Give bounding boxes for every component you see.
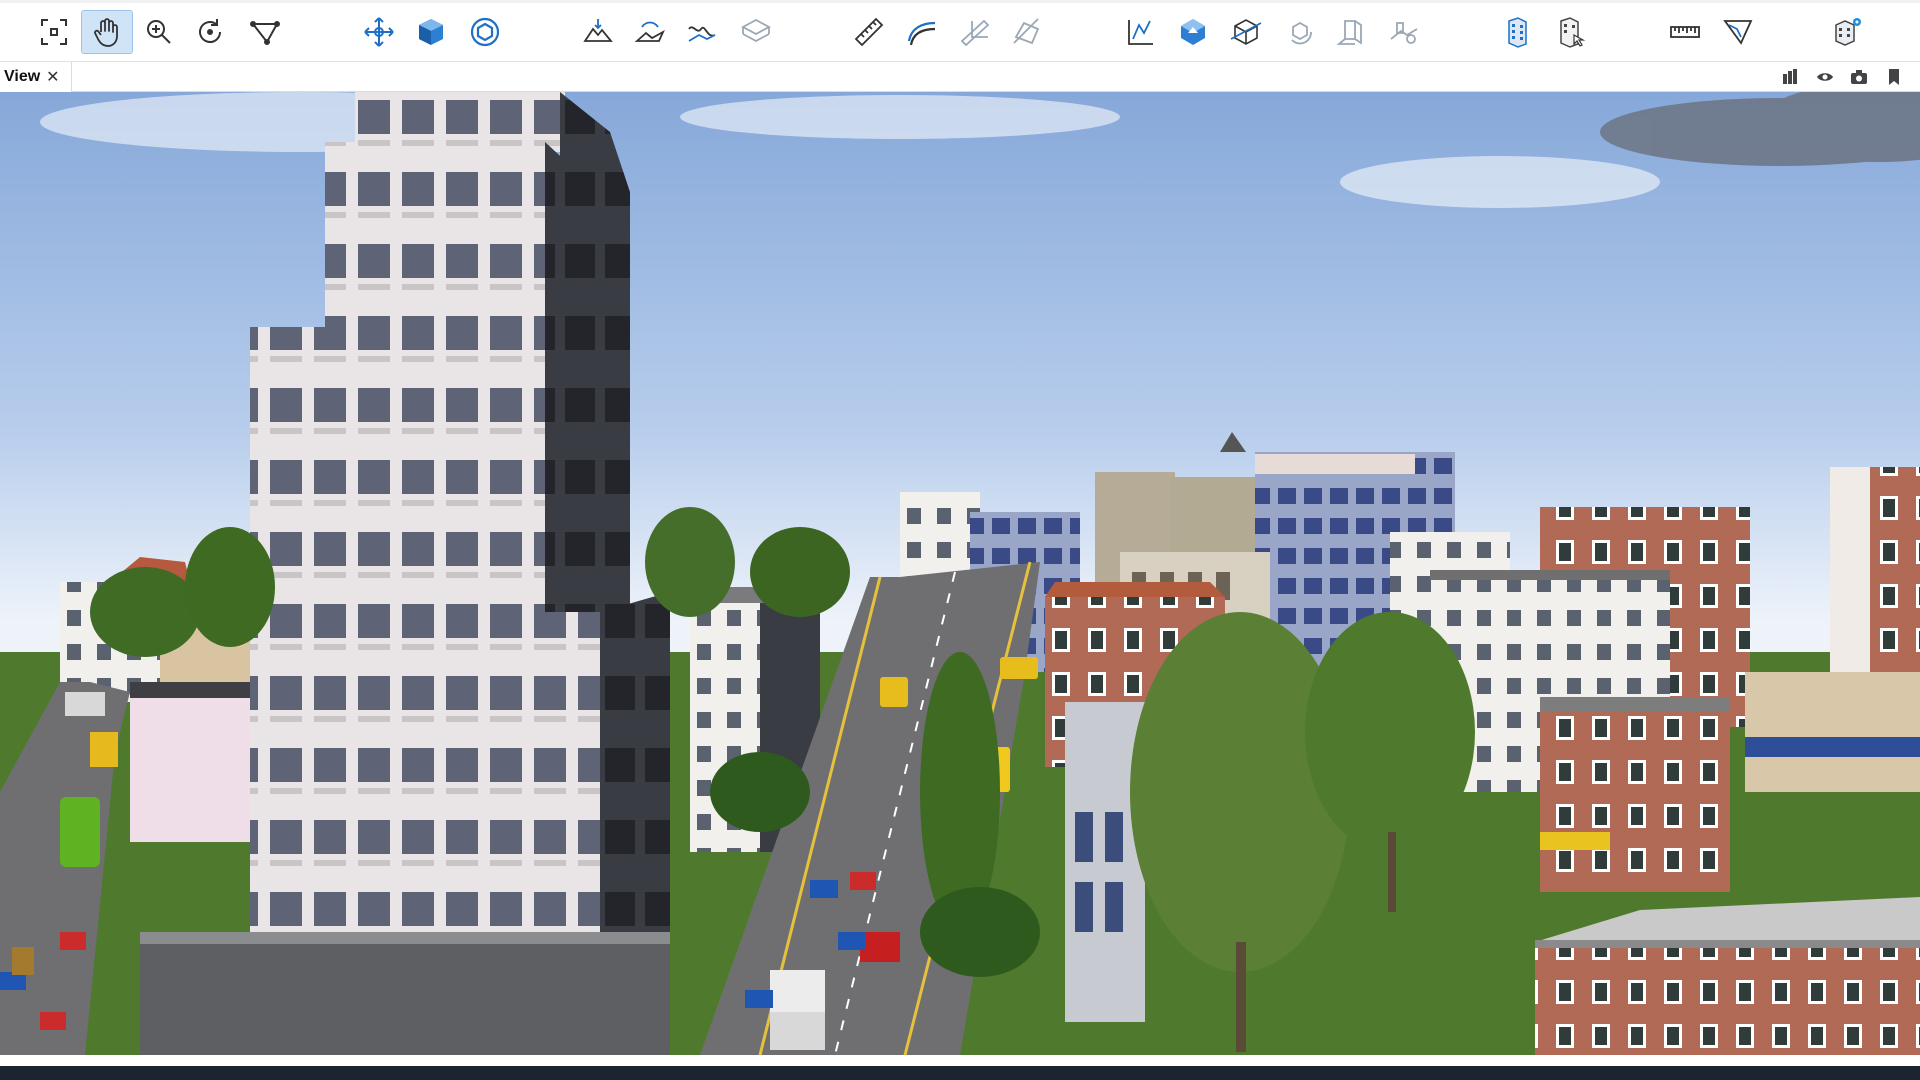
shadow-analysis-icon xyxy=(1336,20,1362,45)
layers-icon xyxy=(1783,69,1797,84)
screenshot-button[interactable] xyxy=(1847,66,1871,88)
measure-path-icon xyxy=(907,21,936,46)
profile-analysis-icon xyxy=(1128,20,1153,45)
terrain-raise-icon xyxy=(634,21,665,42)
measure-distance-button[interactable] xyxy=(843,10,895,54)
pan-hand-icon xyxy=(94,18,118,47)
select-polygon-icon xyxy=(250,21,280,45)
terrain-cut-button[interactable] xyxy=(1378,10,1430,54)
select-polygon-button[interactable] xyxy=(239,10,291,54)
terrain-raise-button[interactable] xyxy=(624,10,676,54)
measure-area-icon xyxy=(1013,18,1040,45)
building-query-button[interactable] xyxy=(1545,10,1597,54)
camera-icon xyxy=(1851,70,1867,84)
fit-extent-button[interactable] xyxy=(28,10,80,54)
ruler-button[interactable] xyxy=(1659,10,1711,54)
terrain-smooth-button[interactable] xyxy=(676,10,728,54)
pan-tool-button[interactable] xyxy=(81,10,133,54)
building-select-icon xyxy=(1508,17,1527,48)
main-toolbar xyxy=(0,0,1920,62)
measure-path-button[interactable] xyxy=(896,10,948,54)
building-query-icon xyxy=(1560,17,1586,48)
view-tab-label: View xyxy=(4,68,41,85)
volume-analysis-icon xyxy=(1181,19,1205,45)
terrain-flatten-button[interactable] xyxy=(572,10,624,54)
profile-analysis-button[interactable] xyxy=(1115,10,1167,54)
close-icon[interactable]: ✕ xyxy=(46,67,59,87)
measure-area-button[interactable] xyxy=(1001,10,1053,54)
zoom-tool-button[interactable] xyxy=(133,10,185,54)
globe-view-icon xyxy=(470,17,500,47)
shadow-analysis-button[interactable] xyxy=(1326,10,1378,54)
eye-icon xyxy=(1817,73,1833,81)
ruler-icon xyxy=(1670,26,1700,38)
city-scene xyxy=(0,92,1920,1055)
bookmark-icon xyxy=(1889,69,1899,85)
cube-view-button[interactable] xyxy=(405,10,457,54)
cube-view-icon xyxy=(419,19,443,45)
measure-height-button[interactable] xyxy=(949,10,1001,54)
zoom-icon xyxy=(147,20,171,44)
rotate-model-button[interactable] xyxy=(1274,10,1326,54)
volume-analysis-button[interactable] xyxy=(1167,10,1219,54)
terrain-smooth-icon xyxy=(688,26,716,42)
window-top-edge xyxy=(0,0,1920,3)
flight-route-icon xyxy=(1723,20,1753,45)
terrain-flatten-icon xyxy=(583,19,613,42)
3d-viewport[interactable] xyxy=(0,92,1920,1055)
rotate-tool-button[interactable] xyxy=(184,10,236,54)
view-tab[interactable]: View ✕ xyxy=(0,62,72,92)
terrain-cut-icon xyxy=(1390,22,1418,44)
layers-button[interactable] xyxy=(1778,66,1802,88)
view-tab-bar: View ✕ xyxy=(0,62,1920,92)
model-settings-icon xyxy=(1835,18,1861,46)
box-clip-button[interactable] xyxy=(1220,10,1272,54)
flight-route-button[interactable] xyxy=(1712,10,1764,54)
status-strip xyxy=(0,1066,1920,1080)
navigate-button[interactable] xyxy=(353,10,405,54)
fit-extent-icon xyxy=(41,19,67,45)
bookmark-button[interactable] xyxy=(1882,66,1906,88)
move-navigate-icon xyxy=(364,17,394,47)
box-clip-icon xyxy=(1230,19,1262,45)
globe-view-button[interactable] xyxy=(459,10,511,54)
rotate-model-icon xyxy=(1291,21,1312,45)
rotate-orbit-icon xyxy=(199,19,221,43)
terrain-layer-button[interactable] xyxy=(730,10,782,54)
measure-height-icon xyxy=(960,19,990,47)
measure-distance-icon xyxy=(854,17,884,47)
terrain-layer-icon xyxy=(741,18,771,43)
building-select-button[interactable] xyxy=(1491,10,1543,54)
model-settings-button[interactable] xyxy=(1821,10,1873,54)
visibility-button[interactable] xyxy=(1813,66,1837,88)
